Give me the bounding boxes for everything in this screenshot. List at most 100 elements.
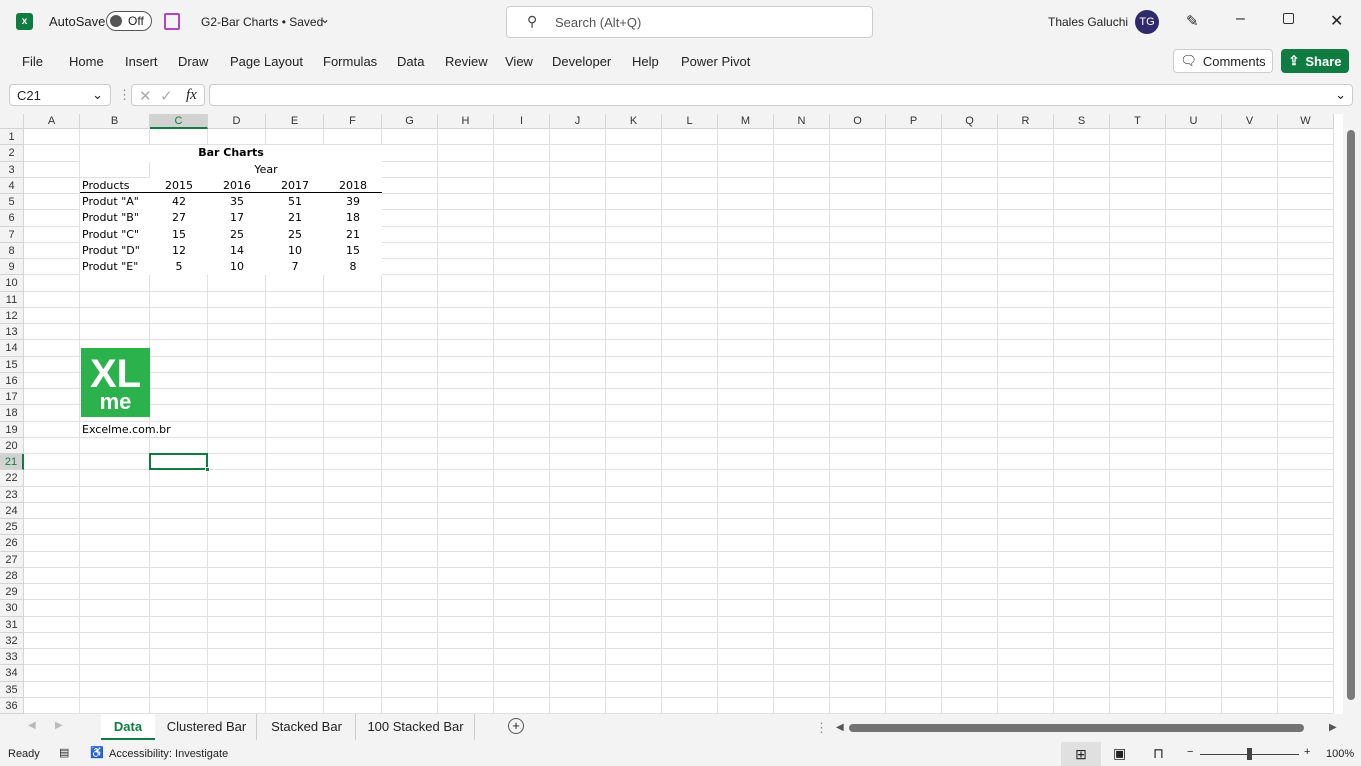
scroll-left-icon[interactable]: ◀ bbox=[836, 722, 844, 733]
row-header-36[interactable]: 36 bbox=[0, 697, 24, 714]
row-header-22[interactable]: 22 bbox=[0, 470, 24, 487]
table-cell[interactable]: Produt "C" bbox=[80, 226, 150, 243]
tab-insert[interactable]: Insert bbox=[125, 54, 158, 69]
column-header-G[interactable]: G bbox=[382, 114, 438, 129]
table-cell[interactable]: 15 bbox=[150, 226, 208, 243]
table-title[interactable]: Bar Charts bbox=[80, 145, 382, 162]
row-header-24[interactable]: 24 bbox=[0, 502, 24, 519]
row-header-31[interactable]: 31 bbox=[0, 616, 24, 633]
page-break-view-icon[interactable]: ⊓ bbox=[1153, 745, 1164, 762]
table-cell[interactable]: Produt "A" bbox=[80, 194, 150, 211]
table-header-cell[interactable]: 2018 bbox=[324, 177, 382, 195]
save-icon[interactable] bbox=[164, 13, 180, 30]
column-header-F[interactable]: F bbox=[324, 114, 382, 129]
tab-review[interactable]: Review bbox=[445, 54, 488, 69]
column-header-W[interactable]: W bbox=[1278, 114, 1334, 129]
select-all-corner[interactable] bbox=[0, 114, 24, 129]
sheet-tab-clustered-bar[interactable]: Clustered Bar bbox=[157, 714, 257, 740]
tab-formulas[interactable]: Formulas bbox=[323, 54, 377, 69]
row-header-1[interactable]: 1 bbox=[0, 129, 24, 146]
column-header-R[interactable]: R bbox=[998, 114, 1054, 129]
row-header-4[interactable]: 4 bbox=[0, 177, 24, 194]
normal-view-icon[interactable]: ⊞ bbox=[1061, 742, 1101, 766]
add-sheet-button[interactable]: + bbox=[508, 718, 524, 734]
table-cell[interactable]: 8 bbox=[324, 259, 382, 276]
column-header-J[interactable]: J bbox=[550, 114, 606, 129]
column-header-H[interactable]: H bbox=[438, 114, 494, 129]
row-header-25[interactable]: 25 bbox=[0, 519, 24, 536]
table-cell[interactable]: 42 bbox=[150, 194, 208, 211]
table-cell[interactable]: 7 bbox=[266, 259, 324, 276]
column-header-M[interactable]: M bbox=[718, 114, 774, 129]
table-cell[interactable]: 39 bbox=[324, 194, 382, 211]
row-header-34[interactable]: 34 bbox=[0, 665, 24, 682]
row-header-16[interactable]: 16 bbox=[0, 372, 24, 389]
column-header-E[interactable]: E bbox=[266, 114, 324, 129]
table-cell[interactable]: 21 bbox=[266, 210, 324, 227]
table-cell[interactable]: 14 bbox=[208, 242, 266, 259]
macro-icon[interactable]: ▤ bbox=[59, 746, 69, 759]
column-header-U[interactable]: U bbox=[1166, 114, 1222, 129]
scroll-thumb[interactable] bbox=[1347, 130, 1355, 700]
tab-page-layout[interactable]: Page Layout bbox=[230, 54, 303, 69]
table-cell[interactable]: 10 bbox=[266, 242, 324, 259]
row-header-26[interactable]: 26 bbox=[0, 535, 24, 552]
row-header-7[interactable]: 7 bbox=[0, 226, 24, 243]
column-header-K[interactable]: K bbox=[606, 114, 662, 129]
selected-cell-c21[interactable] bbox=[149, 453, 208, 471]
row-header-2[interactable]: 2 bbox=[0, 145, 24, 162]
chevron-down-icon[interactable]: ⌄ bbox=[320, 12, 330, 26]
row-header-19[interactable]: 19 bbox=[0, 421, 24, 438]
fill-handle[interactable] bbox=[205, 467, 210, 473]
row-header-5[interactable]: 5 bbox=[0, 194, 24, 211]
table-cell[interactable]: 12 bbox=[150, 242, 208, 259]
minimize-icon[interactable]: – bbox=[1236, 10, 1245, 28]
scroll-right-icon[interactable]: ▶ bbox=[1329, 722, 1337, 733]
table-cell[interactable]: Produt "D" bbox=[80, 242, 150, 259]
document-title[interactable]: G2-Bar Charts • Saved bbox=[201, 15, 323, 29]
vertical-scrollbar[interactable] bbox=[1343, 114, 1361, 714]
insert-function-button[interactable]: fx bbox=[186, 87, 197, 104]
row-header-30[interactable]: 30 bbox=[0, 600, 24, 617]
table-cell[interactable]: 25 bbox=[266, 226, 324, 243]
row-header-6[interactable]: 6 bbox=[0, 210, 24, 227]
row-header-28[interactable]: 28 bbox=[0, 567, 24, 584]
horizontal-scrollbar[interactable] bbox=[849, 724, 1304, 732]
expand-icon[interactable]: ⌄ bbox=[1335, 87, 1346, 103]
row-header-32[interactable]: 32 bbox=[0, 632, 24, 649]
share-button[interactable]: ⇪ Share bbox=[1281, 49, 1349, 73]
row-header-23[interactable]: 23 bbox=[0, 486, 24, 503]
row-header-20[interactable]: 20 bbox=[0, 437, 24, 454]
avatar[interactable]: TG bbox=[1135, 10, 1159, 34]
table-cell[interactable]: 21 bbox=[324, 226, 382, 243]
site-link[interactable]: Excelme.com.br bbox=[80, 422, 266, 438]
cancel-icon[interactable]: ✕ bbox=[139, 87, 152, 105]
row-header-10[interactable]: 10 bbox=[0, 275, 24, 292]
row-header-9[interactable]: 9 bbox=[0, 259, 24, 276]
sheet-tab-stacked-bar[interactable]: Stacked Bar bbox=[258, 714, 356, 740]
column-header-C[interactable]: C bbox=[150, 114, 208, 129]
table-header-cell[interactable]: Products bbox=[80, 177, 150, 195]
name-box[interactable]: C21 ⌄ bbox=[9, 84, 111, 106]
comments-button[interactable]: 🗨 Comments bbox=[1173, 49, 1273, 73]
table-header-cell[interactable]: 2015 bbox=[150, 177, 208, 195]
tab-help[interactable]: Help bbox=[632, 54, 659, 69]
row-header-35[interactable]: 35 bbox=[0, 681, 24, 698]
row-header-12[interactable]: 12 bbox=[0, 307, 24, 324]
column-header-D[interactable]: D bbox=[208, 114, 266, 129]
column-header-T[interactable]: T bbox=[1110, 114, 1166, 129]
table-cell[interactable]: 10 bbox=[208, 259, 266, 276]
table-cell[interactable]: 5 bbox=[150, 259, 208, 276]
tab-file[interactable]: File bbox=[22, 54, 43, 69]
column-header-Q[interactable]: Q bbox=[942, 114, 998, 129]
row-header-11[interactable]: 11 bbox=[0, 291, 24, 308]
formula-input[interactable]: ⌄ bbox=[209, 84, 1353, 106]
row-header-14[interactable]: 14 bbox=[0, 340, 24, 357]
close-icon[interactable]: ✕ bbox=[1330, 11, 1343, 31]
check-icon[interactable]: ✓ bbox=[160, 87, 173, 105]
row-header-21[interactable]: 21 bbox=[0, 454, 24, 471]
tab-developer[interactable]: Developer bbox=[552, 54, 611, 69]
column-header-N[interactable]: N bbox=[774, 114, 830, 129]
table-cell[interactable]: 17 bbox=[208, 210, 266, 227]
column-header-S[interactable]: S bbox=[1054, 114, 1110, 129]
